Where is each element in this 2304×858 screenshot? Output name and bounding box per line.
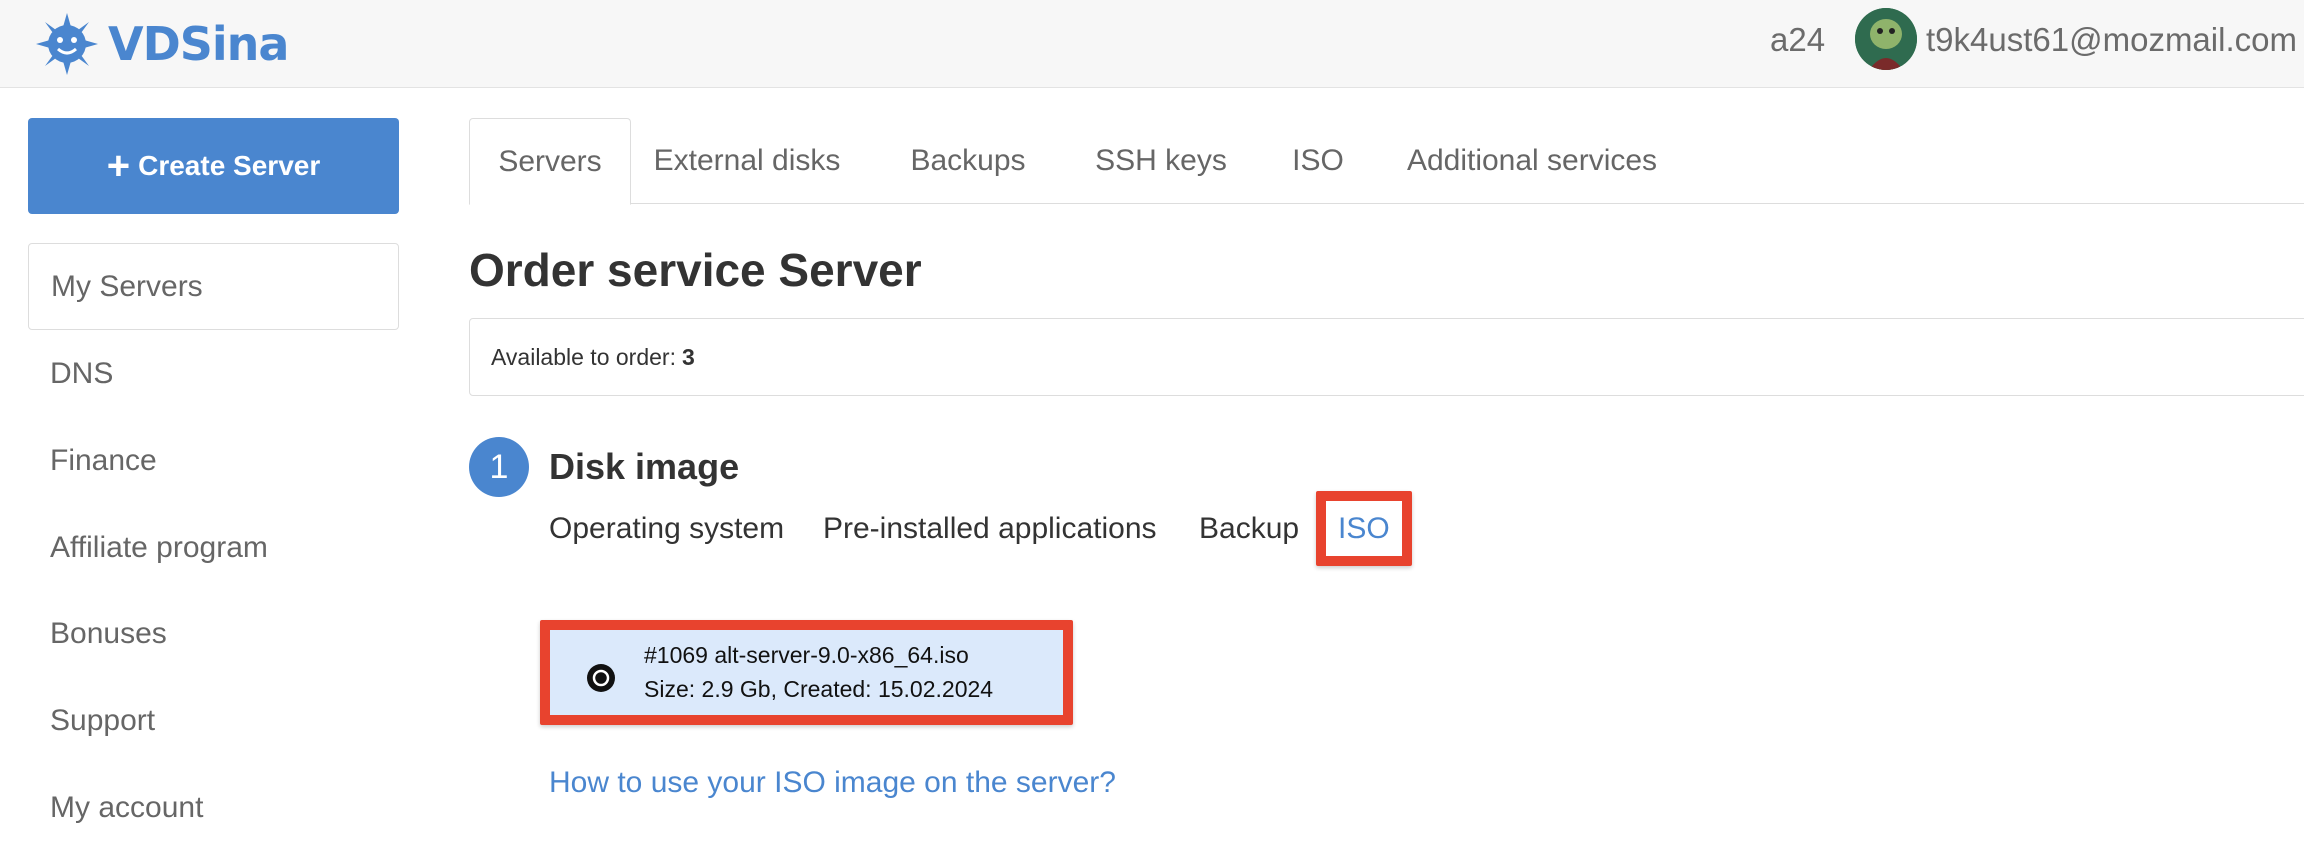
availability-count: 3	[681, 343, 695, 370]
step-title: Disk image	[549, 446, 740, 487]
image-tab-preinstalled-applications[interactable]: Pre-installed applications	[823, 508, 1157, 550]
sidebar-item-support[interactable]: Support	[28, 677, 399, 764]
iso-name: #1069 alt-server-9.0-x86_64.iso	[644, 642, 969, 668]
sun-mascot-icon	[36, 13, 98, 75]
avatar-image-icon	[1855, 8, 1917, 70]
user-email[interactable]: t9k4ust61@mozmail.com	[1926, 16, 2297, 64]
sidebar-item-label: Finance	[50, 443, 157, 477]
tab-label: SSH keys	[1095, 144, 1227, 177]
sidebar-item-finance[interactable]: Finance	[28, 417, 399, 504]
iso-help-link[interactable]: How to use your ISO image on the server?	[549, 763, 1116, 803]
step-number-badge: 1	[469, 437, 529, 497]
sidebar-item-dns[interactable]: DNS	[28, 330, 399, 417]
user-avatar[interactable]	[1855, 8, 1917, 70]
top-header: VDSina a24 t9k4ust61@mozmail.com	[0, 0, 2304, 88]
account-name[interactable]: a24	[1770, 16, 1825, 64]
iso-meta: Size: 2.9 Gb, Created: 15.02.2024	[644, 676, 994, 702]
tab-servers[interactable]: Servers	[469, 118, 631, 205]
sidebar-item-label: DNS	[50, 356, 114, 390]
tab-label: External disks	[653, 144, 841, 177]
tab-additional-services[interactable]: Additional services	[1397, 118, 1667, 204]
iso-image-option[interactable]: #1069 alt-server-9.0-x86_64.iso Size: 2.…	[540, 620, 1073, 725]
image-tab-operating-system[interactable]: Operating system	[549, 508, 784, 550]
disc-icon	[587, 664, 615, 692]
tab-label: Servers	[498, 144, 602, 178]
sidebar-item-label: My Servers	[51, 269, 203, 303]
tab-iso[interactable]: ISO	[1283, 118, 1353, 204]
logo-text: VDSina	[108, 17, 289, 71]
logo[interactable]: VDSina	[36, 6, 289, 82]
create-server-label: Create Server	[138, 150, 321, 181]
availability-panel: Available to order: 3	[469, 318, 2304, 396]
sidebar-item-my-servers[interactable]: My Servers	[28, 243, 399, 330]
tab-external-disks[interactable]: External disks	[647, 118, 847, 204]
create-server-button[interactable]: + Create Server	[28, 118, 399, 214]
sidebar-item-bonuses[interactable]: Bonuses	[28, 590, 399, 677]
image-tab-iso[interactable]: ISO	[1338, 508, 1390, 550]
image-tab-backup[interactable]: Backup	[1199, 508, 1299, 550]
step-number: 1	[489, 447, 509, 486]
sidebar-item-my-account[interactable]: My account	[28, 764, 399, 851]
tab-label: ISO	[1292, 144, 1344, 177]
page-title: Order service Server	[469, 244, 922, 296]
main-tabs: Servers External disks Backups SSH keys …	[469, 118, 2304, 205]
availability-label: Available to order:	[491, 343, 676, 370]
sidebar-item-affiliate-program[interactable]: Affiliate program	[28, 504, 399, 591]
tab-ssh-keys[interactable]: SSH keys	[1091, 118, 1231, 204]
sidebar-item-label: Affiliate program	[50, 530, 268, 564]
tab-label: Additional services	[1406, 144, 1658, 177]
sidebar-item-label: Support	[50, 703, 156, 737]
sidebar-item-label: My account	[50, 790, 204, 824]
tab-label: Backups	[910, 144, 1026, 177]
sidebar-item-label: Bonuses	[50, 616, 167, 650]
plus-icon: +	[106, 144, 131, 188]
tab-backups[interactable]: Backups	[903, 118, 1033, 204]
